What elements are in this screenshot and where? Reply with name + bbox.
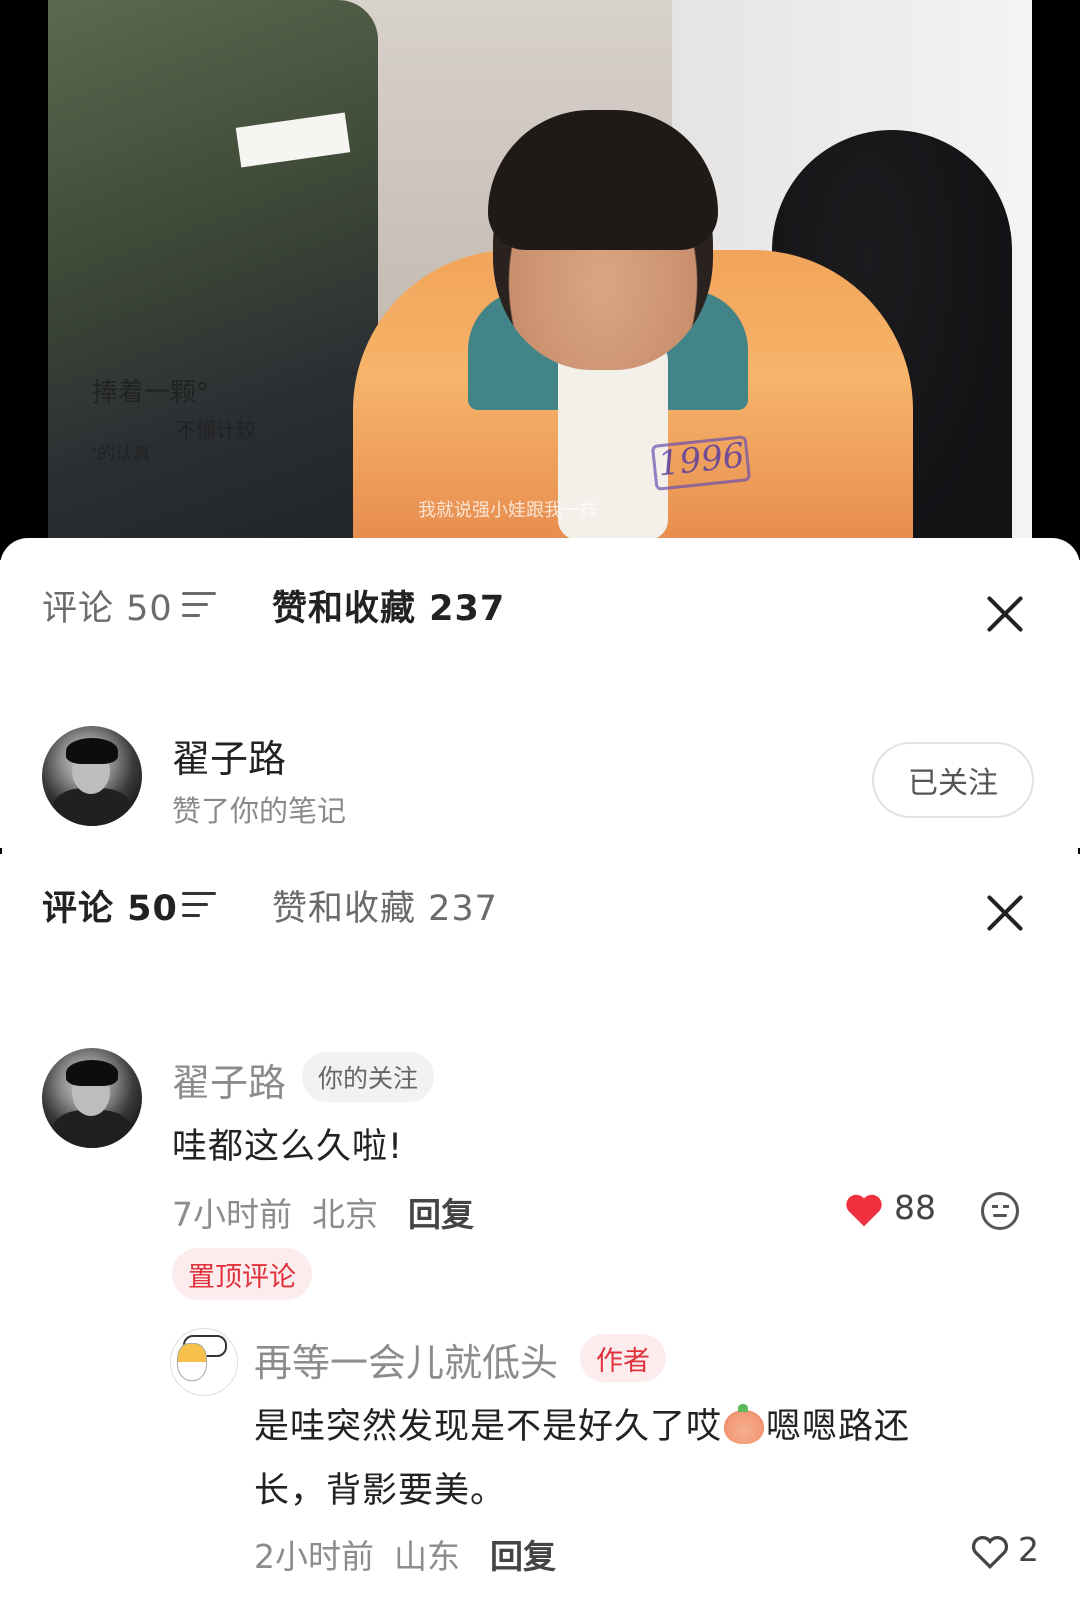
photo-caption-1: 捧着一颗° bbox=[92, 378, 210, 408]
photo-subtitle: 我就说强小娃跟我一样 bbox=[418, 500, 598, 520]
comment-like-count: 88 bbox=[894, 1188, 936, 1227]
author-avatar[interactable] bbox=[170, 1328, 238, 1396]
emoji-reaction-icon[interactable] bbox=[981, 1192, 1019, 1230]
following-badge: 你的关注 bbox=[302, 1052, 435, 1102]
comment-time: 7小时前 bbox=[172, 1195, 292, 1234]
tab-likes-2[interactable]: 赞和收藏 237 bbox=[272, 880, 498, 931]
heart-filled-icon[interactable] bbox=[844, 1192, 884, 1228]
reply-text-part1: 是哇突然发现是不是好久了哎 bbox=[254, 1407, 723, 1447]
photo-caption-3: '的认真 bbox=[92, 444, 151, 465]
liked-note-text: 赞了你的笔记 bbox=[172, 794, 347, 828]
reply-text-line2[interactable]: 长，背影要美。 bbox=[254, 1462, 506, 1513]
tab-comments-2[interactable]: 评论 50 bbox=[42, 880, 178, 931]
reply-text-part2: 嗯嗯路还 bbox=[766, 1407, 911, 1447]
tab-likes[interactable]: 赞和收藏 237 bbox=[272, 580, 505, 631]
avatar[interactable] bbox=[42, 726, 142, 826]
commenter-username[interactable]: 翟子路 bbox=[172, 1052, 286, 1107]
reply-reply-button[interactable]: 回复 bbox=[490, 1530, 556, 1578]
tab-comments[interactable]: 评论 50 bbox=[42, 580, 173, 631]
photo-caption-2: 不懂计较 bbox=[176, 418, 256, 442]
reply-time: 2小时前 bbox=[254, 1537, 374, 1576]
note-photo: 1996 捧着一颗° 不懂计较 '的认真 我就说强小娃跟我一样 bbox=[0, 0, 1080, 560]
pinned-comment-badge: 置顶评论 bbox=[172, 1248, 312, 1300]
close-icon-2[interactable] bbox=[985, 893, 1025, 933]
reply-button[interactable]: 回复 bbox=[408, 1188, 474, 1236]
following-button[interactable]: 已关注 bbox=[872, 742, 1034, 818]
heart-outline-icon[interactable] bbox=[970, 1534, 1010, 1570]
filter-icon[interactable] bbox=[182, 592, 216, 618]
photo-image: 1996 bbox=[48, 0, 1032, 560]
smiling-peach-emoji-icon bbox=[724, 1404, 765, 1444]
liker-username[interactable]: 翟子路 bbox=[172, 728, 286, 783]
reply-text-line1[interactable]: 是哇突然发现是不是好久了哎 嗯嗯路还 bbox=[254, 1398, 910, 1449]
commenter-avatar[interactable] bbox=[42, 1048, 142, 1148]
comment-text[interactable]: 哇都这么久啦! bbox=[172, 1118, 403, 1169]
author-username[interactable]: 再等一会儿就低头 bbox=[254, 1332, 558, 1387]
reply-location: 山东 bbox=[394, 1537, 460, 1576]
reply-like-count: 2 bbox=[1018, 1530, 1039, 1569]
comments-panel bbox=[0, 854, 1080, 1613]
filter-icon-2[interactable] bbox=[182, 892, 216, 918]
author-badge: 作者 bbox=[580, 1334, 666, 1382]
close-icon[interactable] bbox=[985, 594, 1025, 634]
comment-location: 北京 bbox=[312, 1195, 378, 1234]
